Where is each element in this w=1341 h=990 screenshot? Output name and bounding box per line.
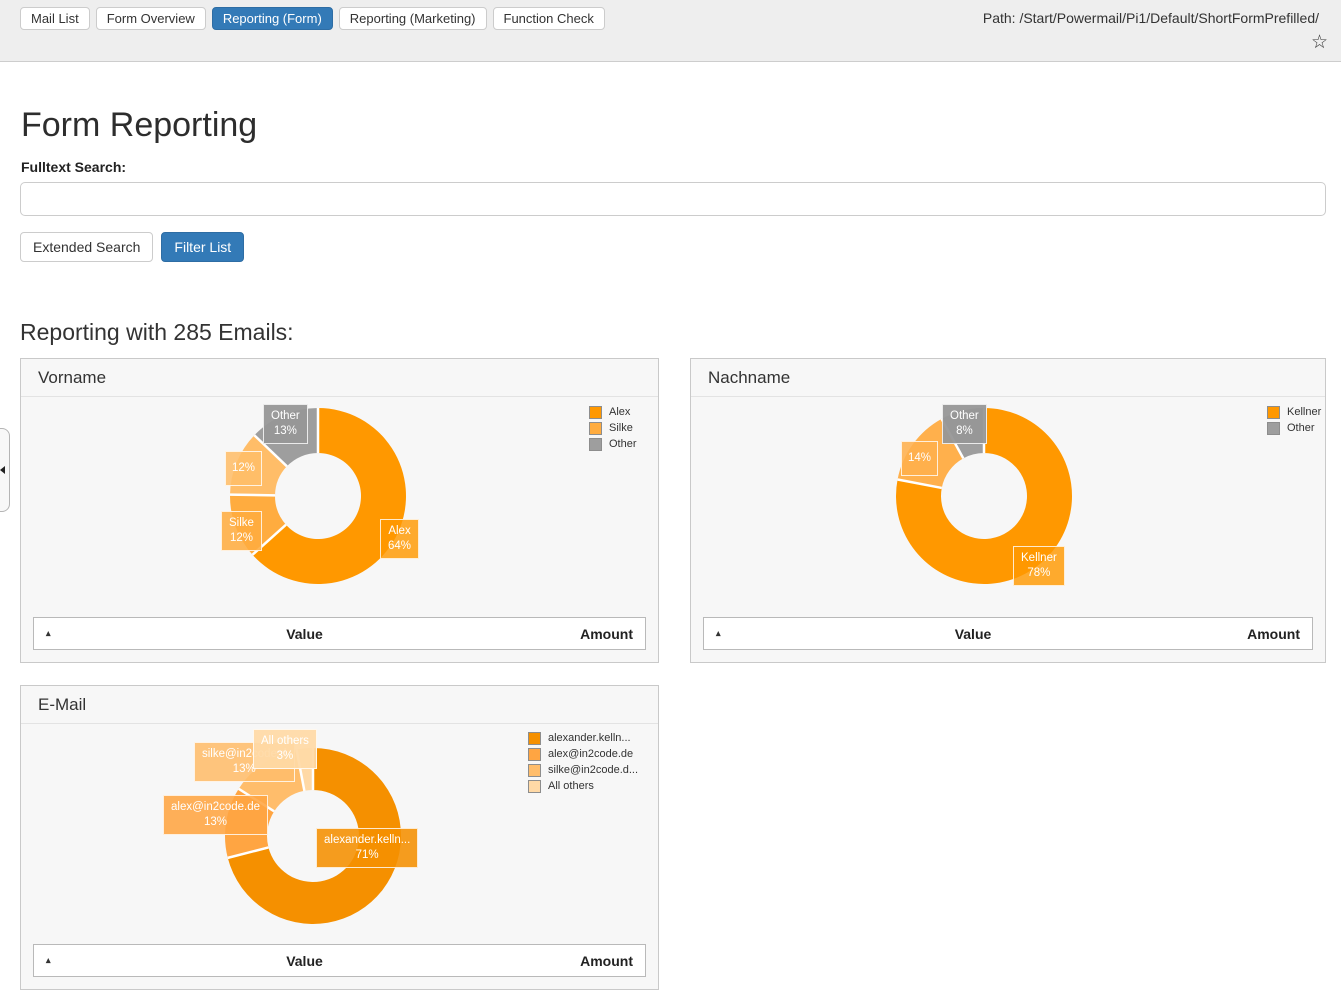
result-table-header-e-mail: ▴ValueAmount bbox=[33, 944, 646, 977]
legend-item-kellner[interactable]: Kellner bbox=[1267, 404, 1321, 420]
slice-label-alex-in2code-de: alex@in2code.de13% bbox=[163, 795, 268, 835]
search-actions: Extended Search Filter List bbox=[20, 232, 244, 262]
slice-label-line: 13% bbox=[271, 424, 300, 439]
filter-list-button[interactable]: Filter List bbox=[161, 232, 244, 262]
sort-asc-icon[interactable]: ▴ bbox=[34, 955, 74, 966]
tab-reporting-form[interactable]: Reporting (Form) bbox=[212, 7, 333, 30]
tab-mail-list[interactable]: Mail List bbox=[20, 7, 90, 30]
panel-title-e-mail: E-Mail bbox=[21, 686, 658, 724]
legend-item-other[interactable]: Other bbox=[589, 436, 637, 452]
slice-label-line: Silke bbox=[229, 516, 254, 531]
slice-label-line: Other bbox=[950, 409, 979, 424]
panel-e-mail: E-Mail alexander.kelln... alex@in2code.de s… bbox=[20, 685, 659, 990]
legend-swatch-icon bbox=[589, 406, 602, 419]
tab-function-check[interactable]: Function Check bbox=[493, 7, 605, 30]
slice-label-line: 78% bbox=[1021, 566, 1057, 581]
column-header-value[interactable]: Value bbox=[74, 953, 535, 969]
legend-label: Other bbox=[1287, 422, 1315, 434]
slice-divider bbox=[230, 495, 275, 496]
column-header-value[interactable]: Value bbox=[744, 626, 1202, 642]
fulltext-search-input[interactable] bbox=[20, 182, 1326, 216]
extended-search-button[interactable]: Extended Search bbox=[20, 232, 153, 262]
slice-label-line: 71% bbox=[324, 848, 410, 863]
legend-swatch-icon bbox=[528, 748, 541, 761]
slice-label-other: Other13% bbox=[263, 404, 308, 444]
legend-label: Alex bbox=[609, 406, 630, 418]
breadcrumb-path: Path: /Start/Powermail/Pi1/Default/Short… bbox=[983, 10, 1319, 26]
slice-label-line: Alex bbox=[388, 524, 411, 539]
slice-label-line: alexander.kelln... bbox=[324, 833, 410, 848]
slice-label-line: Other bbox=[271, 409, 300, 424]
top-toolbar: Mail List Form Overview Reporting (Form) Re… bbox=[0, 0, 1341, 62]
sidebar-collapse-handle[interactable] bbox=[0, 428, 10, 512]
legend-label: All others bbox=[548, 780, 594, 792]
legend-swatch-icon bbox=[589, 422, 602, 435]
chart-legend-e-mail: alexander.kelln... alex@in2code.de silke@i… bbox=[528, 730, 638, 794]
legend-label: Kellner bbox=[1287, 406, 1321, 418]
page-title: Form Reporting bbox=[21, 106, 257, 145]
slice-label-line: alex@in2code.de bbox=[171, 800, 260, 815]
legend-item-all-others[interactable]: All others bbox=[528, 778, 638, 794]
slice-label-kellner: Kellner78% bbox=[1013, 546, 1065, 586]
legend-label: alex@in2code.de bbox=[548, 748, 633, 760]
slice-label-line: 12% bbox=[229, 531, 254, 546]
panel-title-nachname: Nachname bbox=[691, 359, 1325, 397]
sort-asc-icon[interactable]: ▴ bbox=[704, 628, 744, 639]
slice-label-14: 14% bbox=[901, 441, 938, 476]
slice-label-alexander-kelln: alexander.kelln...71% bbox=[316, 828, 418, 868]
legend-item-silke[interactable]: Silke bbox=[589, 420, 637, 436]
chart-legend-vorname: Alex Silke Other bbox=[589, 404, 637, 452]
chart-legend-nachname: Kellner Other bbox=[1267, 404, 1321, 436]
slice-label-line: 13% bbox=[171, 815, 260, 830]
legend-item-alex-in2code-de[interactable]: alex@in2code.de bbox=[528, 746, 638, 762]
result-table-header-nachname: ▴ValueAmount bbox=[703, 617, 1313, 650]
slice-label-12: 12% bbox=[225, 451, 262, 486]
favorite-star-icon[interactable]: ☆ bbox=[1311, 33, 1328, 52]
result-table-header-vorname: ▴ValueAmount bbox=[33, 617, 646, 650]
reporting-section-heading: Reporting with 285 Emails: bbox=[20, 319, 294, 346]
panel-title-vorname: Vorname bbox=[21, 359, 658, 397]
legend-swatch-icon bbox=[528, 780, 541, 793]
tab-form-overview[interactable]: Form Overview bbox=[96, 7, 206, 30]
legend-label: alexander.kelln... bbox=[548, 732, 631, 744]
legend-label: Other bbox=[609, 438, 637, 450]
legend-label: Silke bbox=[609, 422, 633, 434]
panel-vorname: VornameAlexSilkeOtherOther13%12%Silke12%… bbox=[20, 358, 659, 663]
legend-swatch-icon bbox=[1267, 406, 1280, 419]
legend-item-silke-in2code-d[interactable]: silke@in2code.d... bbox=[528, 762, 638, 778]
slice-label-alex: Alex64% bbox=[380, 519, 419, 559]
fulltext-search-label: Fulltext Search: bbox=[21, 159, 126, 175]
legend-swatch-icon bbox=[528, 764, 541, 777]
slice-label-line: 12% bbox=[232, 461, 255, 476]
slice-label-line: Kellner bbox=[1021, 551, 1057, 566]
panel-nachname: NachnameKellnerOtherOther8%14%Kellner78%… bbox=[690, 358, 1326, 663]
legend-item-other[interactable]: Other bbox=[1267, 420, 1321, 436]
tab-reporting-marketing[interactable]: Reporting (Marketing) bbox=[339, 7, 487, 30]
topbar-tabs: Mail List Form Overview Reporting (Form) Re… bbox=[20, 7, 605, 30]
slice-label-line: All others bbox=[261, 734, 309, 749]
slice-label-line: 3% bbox=[261, 749, 309, 764]
legend-swatch-icon bbox=[528, 732, 541, 745]
legend-swatch-icon bbox=[1267, 422, 1280, 435]
donut-chart-vorname bbox=[218, 396, 418, 596]
legend-item-alexander-kelln[interactable]: alexander.kelln... bbox=[528, 730, 638, 746]
column-header-amount[interactable]: Amount bbox=[535, 626, 645, 642]
legend-item-alex[interactable]: Alex bbox=[589, 404, 637, 420]
slice-label-silke: Silke12% bbox=[221, 511, 262, 551]
sort-asc-icon[interactable]: ▴ bbox=[34, 628, 74, 639]
slice-label-all-others: All others3% bbox=[253, 729, 317, 769]
legend-swatch-icon bbox=[589, 438, 602, 451]
slice-label-line: 64% bbox=[388, 539, 411, 554]
slice-label-line: 14% bbox=[908, 451, 931, 466]
legend-label: silke@in2code.d... bbox=[548, 764, 638, 776]
slice-label-other: Other8% bbox=[942, 404, 987, 444]
slice-label-line: 8% bbox=[950, 424, 979, 439]
column-header-amount[interactable]: Amount bbox=[1202, 626, 1312, 642]
collapse-left-arrow-icon bbox=[0, 466, 5, 474]
column-header-value[interactable]: Value bbox=[74, 626, 535, 642]
column-header-amount[interactable]: Amount bbox=[535, 953, 645, 969]
